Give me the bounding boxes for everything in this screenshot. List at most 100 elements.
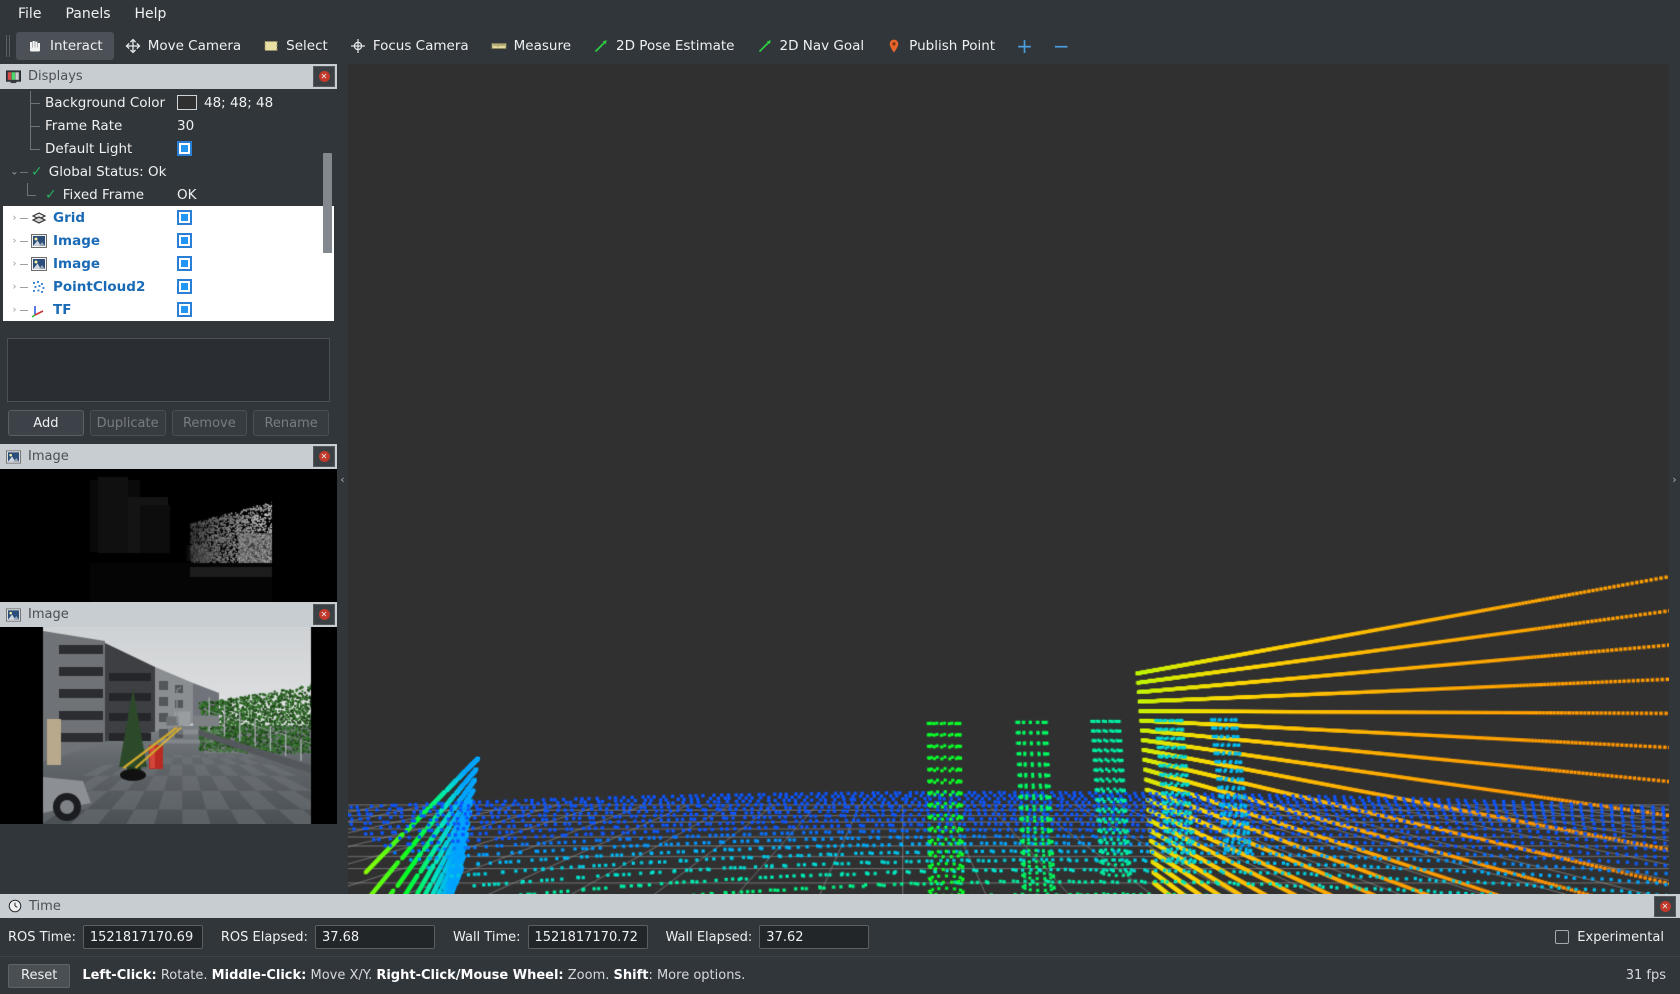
pointcloud-render-canvas[interactable] <box>348 64 1669 894</box>
chevron-right-icon: › <box>1672 473 1676 486</box>
wall-elapsed-label: Wall Elapsed: <box>666 930 753 945</box>
close-icon: ✕ <box>319 451 330 462</box>
image-panel-2: Image ✕ <box>0 602 337 824</box>
displays-tree-scrollbar[interactable] <box>323 153 332 253</box>
tool-measure[interactable]: Measure <box>480 32 582 60</box>
tf-axes-icon <box>31 302 47 318</box>
tree-row-tf[interactable]: › TF <box>3 298 334 321</box>
fps-indicator: 31 fps <box>1626 968 1672 983</box>
tree-row-default-light[interactable]: Default Light <box>3 137 334 160</box>
tool-focus-camera[interactable]: Focus Camera <box>339 32 480 60</box>
ros-time-label: ROS Time: <box>8 930 76 945</box>
toolbar-drag-handle[interactable] <box>4 33 12 59</box>
status-ok-icon: ✓ <box>31 164 43 180</box>
ros-elapsed-input[interactable]: 37.68 <box>315 925 435 949</box>
close-icon: ✕ <box>319 71 330 82</box>
ros-time-group: ROS Time: 1521817170.69 <box>8 925 203 949</box>
menu-help[interactable]: Help <box>123 2 179 26</box>
time-panel-close-button[interactable]: ✕ <box>1654 896 1676 917</box>
tree-twig <box>5 183 45 206</box>
tool-interact-label: Interact <box>50 38 103 54</box>
wall-time-label: Wall Time: <box>453 930 521 945</box>
chevron-right-icon[interactable]: › <box>9 235 20 246</box>
remove-display-button[interactable]: Remove <box>172 410 248 436</box>
chevron-right-icon[interactable]: › <box>9 212 20 223</box>
hint-text-1: Move X/Y. <box>306 968 376 983</box>
grid-icon <box>31 210 47 226</box>
tree-label: Global Status: Ok <box>49 164 167 180</box>
tree-label: Default Light <box>45 141 132 157</box>
ros-time-input[interactable]: 1521817170.69 <box>83 925 203 949</box>
image-panel-1-close-button[interactable]: ✕ <box>313 446 335 467</box>
image-icon <box>31 233 47 249</box>
tree-row-pointcloud2[interactable]: › PointCloud2 <box>3 275 334 298</box>
rename-display-button[interactable]: Rename <box>253 410 329 436</box>
background-color-value: 48; 48; 48 <box>204 95 273 111</box>
close-icon: ✕ <box>1660 901 1671 912</box>
wall-time-input[interactable]: 1521817170.72 <box>528 925 648 949</box>
experimental-toggle[interactable]: Experimental <box>1555 930 1672 945</box>
tree-label: Background Color <box>45 95 165 111</box>
duplicate-display-button[interactable]: Duplicate <box>90 410 166 436</box>
reset-button[interactable]: Reset <box>8 964 70 988</box>
wall-elapsed-input[interactable]: 37.62 <box>759 925 869 949</box>
hint-key-0: Left-Click: <box>82 968 156 983</box>
display-properties-box <box>7 338 330 402</box>
image-panel-2-view[interactable] <box>0 627 337 824</box>
tree-row-global-status[interactable]: ⌄ ✓ Global Status: Ok <box>3 160 334 183</box>
tree-twig: ⌄ <box>5 160 31 183</box>
tool-2d-pose-estimate-label: 2D Pose Estimate <box>616 38 734 54</box>
image-1-checkbox[interactable] <box>177 233 192 248</box>
tool-2d-pose-estimate[interactable]: 2D Pose Estimate <box>582 32 745 60</box>
tool-select-label: Select <box>286 38 328 54</box>
remove-tool-button[interactable]: − <box>1043 36 1080 56</box>
tool-publish-point[interactable]: Publish Point <box>875 32 1006 60</box>
tool-2d-nav-goal-label: 2D Nav Goal <box>780 38 865 54</box>
chevron-right-icon[interactable]: › <box>9 258 20 269</box>
tool-2d-nav-goal[interactable]: 2D Nav Goal <box>746 32 876 60</box>
displays-close-button[interactable]: ✕ <box>313 66 335 87</box>
experimental-checkbox[interactable] <box>1555 930 1569 944</box>
hint-text-0: Rotate. <box>157 968 212 983</box>
chevron-down-icon[interactable]: ⌄ <box>9 166 20 177</box>
tree-row-frame-rate[interactable]: Frame Rate 30 <box>3 114 334 137</box>
tool-interact[interactable]: Interact <box>16 32 114 60</box>
menu-file[interactable]: File <box>6 2 53 26</box>
image-panel-2-close-button[interactable]: ✕ <box>313 604 335 625</box>
hint-text-3: : More options. <box>648 968 745 983</box>
status-ok-icon: ✓ <box>45 187 57 203</box>
chevron-left-icon: ‹ <box>340 473 344 486</box>
left-splitter-handle[interactable]: ‹ <box>337 64 348 894</box>
displays-tree[interactable]: Background Color 48; 48; 48 Frame Rate 3… <box>3 91 334 334</box>
render-view-3d[interactable] <box>348 64 1669 894</box>
tree-row-fixed-frame[interactable]: ✓ Fixed Frame OK <box>3 183 334 206</box>
tool-move-camera[interactable]: Move Camera <box>114 32 252 60</box>
chevron-right-icon[interactable]: › <box>9 304 20 315</box>
grid-checkbox[interactable] <box>177 210 192 225</box>
add-display-button[interactable]: Add <box>8 410 84 436</box>
chevron-right-icon[interactable]: › <box>9 281 20 292</box>
displays-panel-header: Displays ✕ <box>0 64 337 89</box>
background-color-swatch[interactable] <box>177 95 197 110</box>
add-tool-button[interactable]: + <box>1006 36 1043 56</box>
close-icon: ✕ <box>319 609 330 620</box>
tf-checkbox[interactable] <box>177 302 192 317</box>
image-2-checkbox[interactable] <box>177 256 192 271</box>
tool-bar: Interact Move Camera Select Focus Camera… <box>0 28 1680 64</box>
tree-row-grid[interactable]: › Grid <box>3 206 334 229</box>
default-light-checkbox[interactable] <box>177 141 192 156</box>
tree-row-image-2[interactable]: › Image <box>3 252 334 275</box>
tree-row-background-color[interactable]: Background Color 48; 48; 48 <box>3 91 334 114</box>
tool-select[interactable]: Select <box>252 32 339 60</box>
time-panel: Time ✕ ROS Time: 1521817170.69 ROS Elaps… <box>0 894 1680 956</box>
right-splitter-handle[interactable]: › <box>1669 64 1680 894</box>
scrollbar-thumb[interactable] <box>323 153 332 253</box>
menu-panels[interactable]: Panels <box>53 2 122 26</box>
image-icon <box>6 450 21 464</box>
image-panel-1-title: Image <box>28 449 69 464</box>
tree-row-image-1[interactable]: › Image <box>3 229 334 252</box>
tree-label: TF <box>53 302 71 318</box>
pointcloud2-checkbox[interactable] <box>177 279 192 294</box>
image-panel-1-view[interactable] <box>0 469 337 602</box>
left-dock: Displays ✕ Background Color 48; 48; 48 F… <box>0 64 337 894</box>
